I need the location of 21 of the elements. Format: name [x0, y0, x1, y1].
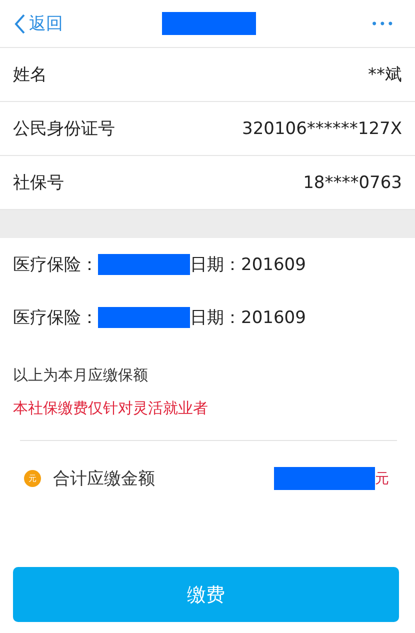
- item-label: 医疗保险：: [13, 307, 98, 329]
- field-label: 社保号: [13, 172, 64, 194]
- item-label: 医疗保险：: [13, 254, 98, 276]
- currency-unit: 元: [375, 470, 389, 488]
- warning-text: 本社保缴费仅针对灵活就业者: [12, 398, 209, 418]
- field-label: 公民身份证号: [13, 118, 115, 140]
- date-value: 201609: [241, 254, 306, 274]
- date-label: 日期：: [190, 307, 241, 329]
- date-label: 日期：: [190, 254, 241, 276]
- field-value: **斌: [368, 64, 402, 86]
- coin-icon: 元: [24, 470, 41, 487]
- note-text: 以上为本月应缴保额: [12, 365, 149, 385]
- more-button[interactable]: •••: [364, 16, 401, 32]
- total-label: 合计应缴金额: [53, 468, 156, 490]
- date-value: 201609: [241, 308, 306, 328]
- field-value: 18****0763: [303, 172, 402, 192]
- chevron-left-icon: [14, 14, 25, 34]
- field-label: 姓名: [13, 64, 47, 86]
- back-button[interactable]: 返回: [14, 12, 63, 35]
- pay-button[interactable]: 缴费: [13, 567, 399, 622]
- field-value: 320106******127X: [242, 118, 402, 138]
